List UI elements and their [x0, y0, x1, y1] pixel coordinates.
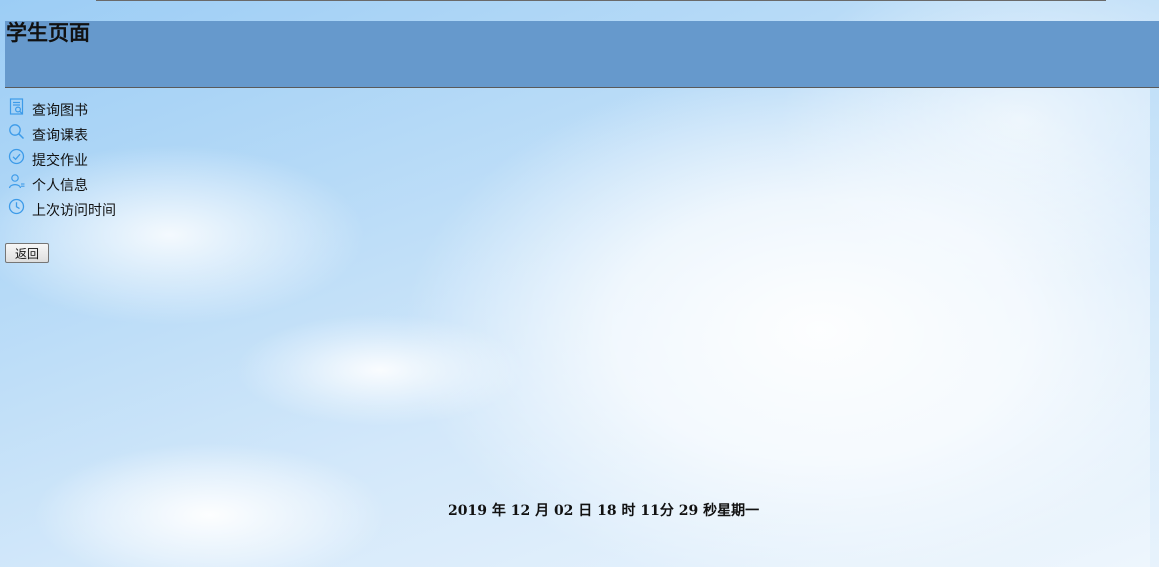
- menu-item-query-books[interactable]: 查询图书: [8, 98, 116, 123]
- back-button[interactable]: 返回: [5, 243, 49, 263]
- nav-menu: 查询图书 查询课表 提交作业 个人信息 上次访问时间: [8, 98, 116, 223]
- current-datetime: 2019 年 12 月 02 日 18 时 11分 29 秒星期一: [448, 503, 760, 519]
- clock-icon: [8, 198, 26, 216]
- menu-item-label: 个人信息: [32, 178, 88, 194]
- search-icon: [8, 123, 26, 141]
- menu-item-label: 查询课表: [32, 128, 88, 144]
- menu-item-last-visit-time[interactable]: 上次访问时间: [8, 198, 116, 223]
- menu-item-submit-homework[interactable]: 提交作业: [8, 148, 116, 173]
- header-bar: 学生页面: [5, 21, 1159, 88]
- user-icon: [8, 173, 26, 191]
- top-border-line: [96, 0, 1106, 1]
- menu-item-personal-info[interactable]: 个人信息: [8, 173, 116, 198]
- menu-item-label: 查询图书: [32, 103, 88, 119]
- menu-item-label: 上次访问时间: [32, 203, 116, 219]
- book-search-icon: [8, 98, 26, 116]
- menu-item-label: 提交作业: [32, 153, 88, 169]
- check-circle-icon: [8, 148, 26, 166]
- page-title: 学生页面: [6, 20, 90, 45]
- right-edge-strip: [1150, 88, 1159, 567]
- menu-item-query-timetable[interactable]: 查询课表: [8, 123, 116, 148]
